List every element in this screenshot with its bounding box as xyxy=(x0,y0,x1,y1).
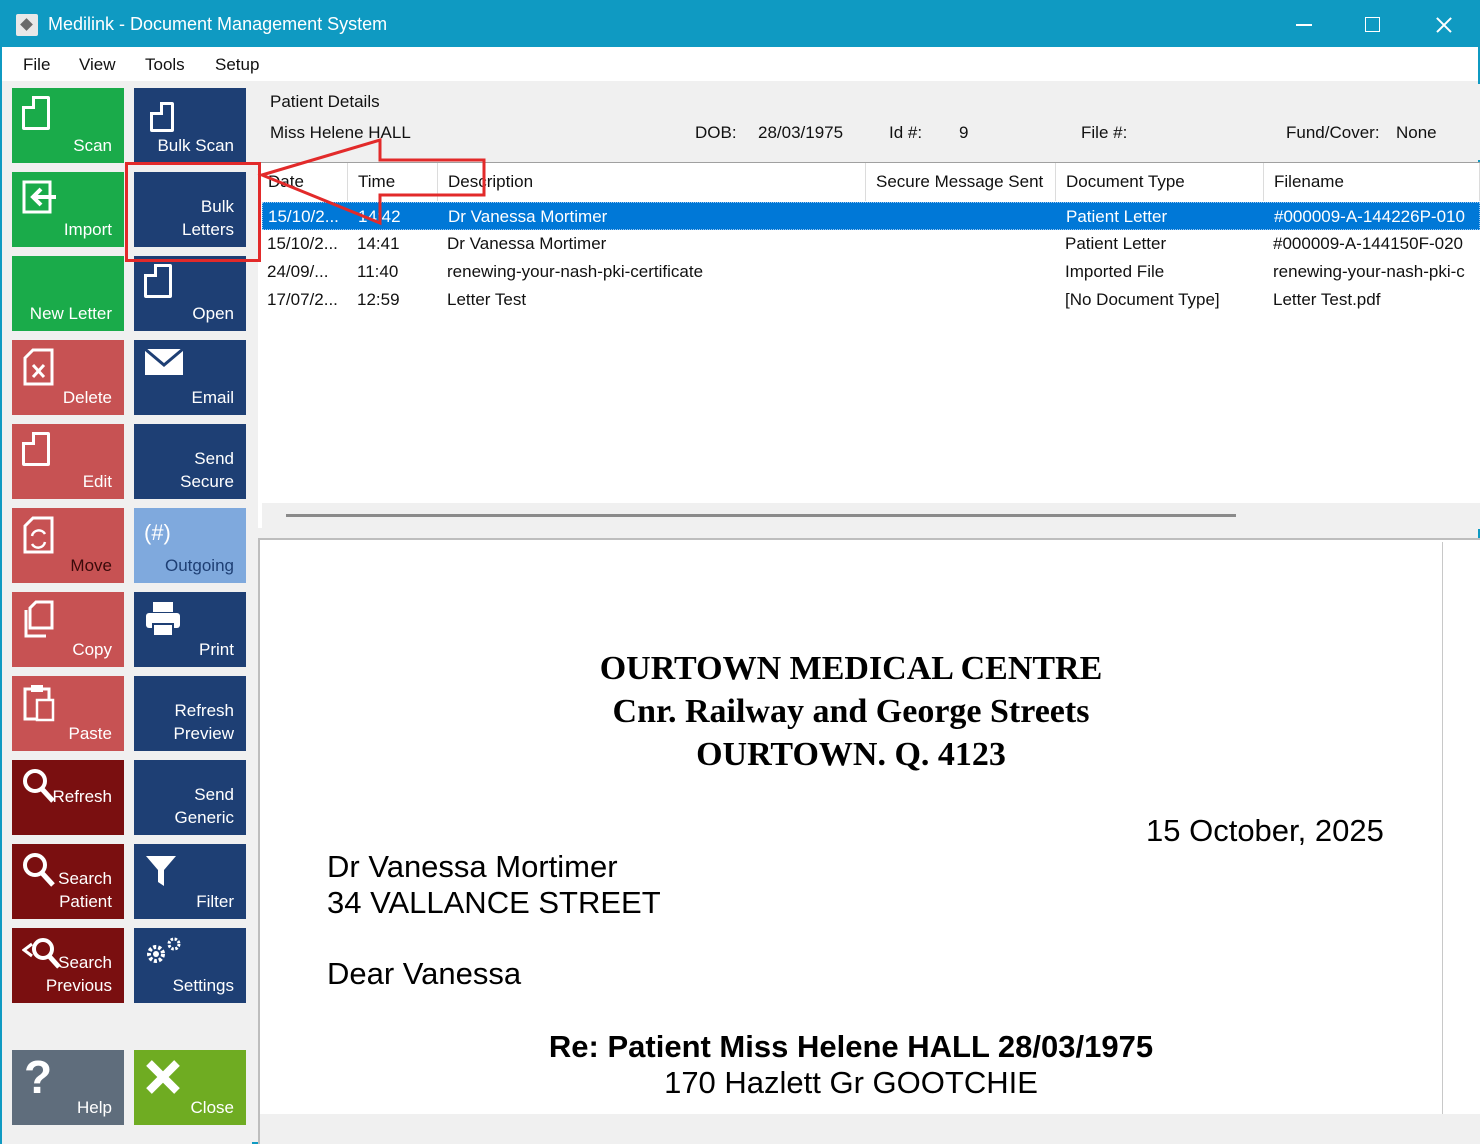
letter-date: 15 October, 2025 xyxy=(1146,813,1384,848)
table-row[interactable]: 15/10/2... 14:41 Dr Vanessa Mortimer Pat… xyxy=(262,230,1480,258)
file-label: File #: xyxy=(1081,123,1128,142)
title-bar[interactable]: Medilink - Document Management System xyxy=(2,2,1478,47)
close-button[interactable]: Close xyxy=(134,1050,246,1125)
refresh-preview-button[interactable]: Refresh Preview xyxy=(134,676,246,751)
id-value: 9 xyxy=(959,123,969,142)
delete-button[interactable]: Delete xyxy=(12,340,124,415)
email-button[interactable]: Email xyxy=(134,340,246,415)
annotation-arrow-icon xyxy=(257,137,486,226)
fund-label: Fund/Cover: xyxy=(1286,123,1380,142)
refresh-button[interactable]: Refresh xyxy=(12,760,124,835)
patient-details-title: Patient Details xyxy=(270,92,380,111)
document-icon xyxy=(22,96,50,130)
envelope-icon xyxy=(144,348,184,375)
letter-re-address: 170 Hazlett Gr GOOTCHIE xyxy=(664,1065,1038,1100)
highlight-box xyxy=(125,162,261,262)
outgoing-button[interactable]: (#) Outgoing xyxy=(134,508,246,583)
copy-icon xyxy=(24,600,54,638)
app-icon xyxy=(16,14,38,36)
question-icon: ? xyxy=(24,1051,53,1103)
outgoing-badge-icon: (#) xyxy=(144,520,171,545)
close-window-button[interactable] xyxy=(1408,2,1478,47)
menu-tools[interactable]: Tools xyxy=(145,55,185,75)
open-button[interactable]: Open xyxy=(134,256,246,331)
letter-clinic-name: OURTOWN MEDICAL CENTRE xyxy=(599,650,1103,687)
minimize-icon xyxy=(1296,24,1312,26)
search-icon xyxy=(23,853,55,887)
fund-value: None xyxy=(1396,123,1437,142)
send-secure-button[interactable]: Send Secure xyxy=(134,424,246,499)
letter-recipient-address: 34 VALLANCE STREET xyxy=(327,885,661,920)
column-document-type[interactable]: Document Type xyxy=(1056,163,1264,201)
paste-button[interactable]: Paste xyxy=(12,676,124,751)
clipboard-icon xyxy=(23,685,55,722)
edit-button[interactable]: Edit xyxy=(12,424,124,499)
app-window: Medilink - Document Management System Fi… xyxy=(0,0,1480,1144)
menu-file[interactable]: File xyxy=(23,55,50,75)
filter-button[interactable]: Filter xyxy=(134,844,246,919)
send-generic-button[interactable]: Send Generic xyxy=(134,760,246,835)
move-document-icon xyxy=(23,516,54,554)
preview-scroll-area xyxy=(260,1114,1480,1144)
column-description[interactable]: Description xyxy=(438,163,866,201)
scan-button[interactable]: Scan xyxy=(12,88,124,163)
copy-button[interactable]: Copy xyxy=(12,592,124,667)
open-document-icon xyxy=(144,264,172,298)
horizontal-scrollbar[interactable] xyxy=(262,503,1480,529)
search-patient-button[interactable]: Search Patient xyxy=(12,844,124,919)
column-filename[interactable]: Filename xyxy=(1264,163,1480,201)
filter-icon xyxy=(146,856,176,886)
search-previous-button[interactable]: Search Previous xyxy=(12,928,124,1003)
maximize-button[interactable] xyxy=(1338,2,1408,47)
window-title: Medilink - Document Management System xyxy=(48,14,388,34)
id-label: Id #: xyxy=(889,123,923,142)
menu-view[interactable]: View xyxy=(79,55,116,75)
settings-button[interactable]: Settings xyxy=(134,928,246,1003)
menu-setup[interactable]: Setup xyxy=(215,55,259,75)
dob-label: DOB: xyxy=(695,123,737,142)
gears-icon xyxy=(147,937,181,963)
scrollbar-thumb[interactable] xyxy=(286,514,1236,517)
letter-re-line: Re: Patient Miss Helene HALL 28/03/1975 xyxy=(548,1029,1154,1064)
letter-greeting: Dear Vanessa xyxy=(327,956,522,991)
import-button[interactable]: Import xyxy=(12,172,124,247)
magnifier-icon xyxy=(23,769,55,803)
help-button[interactable]: ? Help xyxy=(12,1050,124,1125)
documents-icon xyxy=(150,102,174,132)
letter-clinic-city: OURTOWN. Q. 4123 xyxy=(696,736,1006,773)
printer-icon xyxy=(146,602,180,637)
new-letter-button[interactable]: New Letter xyxy=(12,256,124,331)
menu-bar: File View Tools Setup xyxy=(2,47,1478,81)
letter-recipient: Dr Vanessa Mortimer xyxy=(327,849,618,884)
delete-document-icon xyxy=(23,348,54,386)
bulk-scan-button[interactable]: Bulk Scan xyxy=(134,88,246,163)
maximize-icon xyxy=(1365,17,1380,32)
table-row[interactable]: 17/07/2... 12:59 Letter Test [No Documen… xyxy=(262,286,1480,314)
minimize-button[interactable] xyxy=(1268,2,1338,47)
move-button[interactable]: Move xyxy=(12,508,124,583)
print-button[interactable]: Print xyxy=(134,592,246,667)
close-x-icon xyxy=(146,1060,180,1094)
edit-document-icon xyxy=(22,432,50,466)
dob-value: 28/03/1975 xyxy=(758,123,844,142)
import-icon xyxy=(22,180,56,214)
table-row[interactable]: 24/09/... 11:40 renewing-your-nash-pki-c… xyxy=(262,258,1480,286)
column-secure-message-sent[interactable]: Secure Message Sent xyxy=(866,163,1056,201)
letter-clinic-address: Cnr. Railway and George Streets xyxy=(612,693,1090,730)
